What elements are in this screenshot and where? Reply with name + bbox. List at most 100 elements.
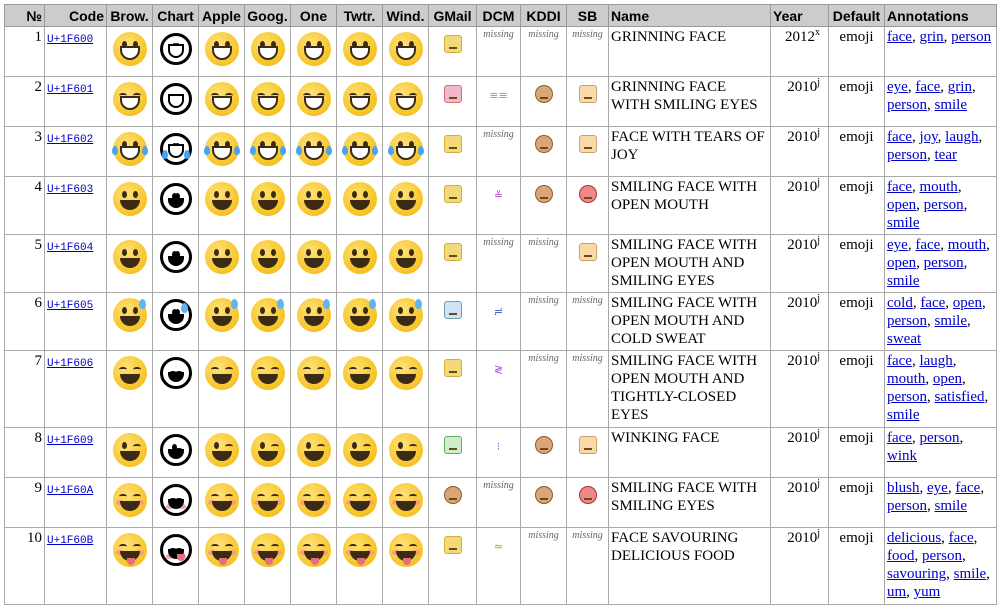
annotation-link[interactable]: face [915, 79, 940, 95]
year-value: 2010 [787, 79, 818, 95]
annotation-link[interactable]: face [887, 179, 912, 195]
annotation-link[interactable]: smile [887, 215, 920, 231]
annotation-link[interactable]: eye [887, 237, 908, 253]
col-header-chart[interactable]: Chart [152, 4, 199, 27]
annotation-link[interactable]: mouth [887, 371, 925, 387]
annotation-link[interactable]: person [919, 430, 959, 446]
annotation-link[interactable]: mouth [948, 237, 986, 253]
annotation-link[interactable]: face [887, 29, 912, 45]
annotation-link[interactable]: grin [919, 29, 943, 45]
emoji-cell-one [290, 292, 337, 351]
emoji-face-icon [112, 82, 147, 116]
code-link[interactable]: U+1F602 [47, 134, 93, 146]
code-link[interactable]: U+1F606 [47, 358, 93, 370]
annotation-link[interactable]: smile [887, 273, 920, 289]
annotation-link[interactable]: satisfied [935, 389, 985, 405]
annotation-link[interactable]: person [887, 389, 927, 405]
col-header-gmail[interactable]: GMail [428, 4, 477, 27]
annotation-link[interactable]: face [887, 430, 912, 446]
code-link[interactable]: U+1F603 [47, 184, 93, 196]
annotation-link[interactable]: face [887, 129, 912, 145]
emoji-face-icon [112, 32, 147, 66]
annotation-link[interactable]: delicious [887, 530, 941, 546]
default-cell: emoji [828, 234, 885, 293]
annotation-link[interactable]: smile [935, 97, 968, 113]
annotation-link[interactable]: food [887, 548, 915, 564]
col-header-kddi[interactable]: KDDI [520, 4, 567, 27]
missing-label: missing [572, 295, 603, 306]
annotation-link[interactable]: grin [948, 79, 972, 95]
col-header-dcm[interactable]: DCM [476, 4, 521, 27]
code-link[interactable]: U+1F604 [47, 242, 93, 254]
annotation-link[interactable]: face [949, 530, 974, 546]
code-link[interactable]: U+1F601 [47, 84, 93, 96]
table-row: 3 U+1F602 missing FACE WITH TEARS OF JOY 201… [4, 126, 997, 177]
annotations-cell: face, mouth, open, person, smile [884, 176, 997, 235]
annotation-link[interactable]: savouring [887, 566, 946, 582]
annotation-link[interactable]: person [924, 197, 964, 213]
emoji-face-icon [250, 433, 285, 467]
annotation-link[interactable]: eye [927, 480, 948, 496]
code-link[interactable]: U+1F60B [47, 535, 93, 547]
code-link[interactable]: U+1F600 [47, 34, 93, 46]
annotation-link[interactable]: wink [887, 448, 917, 464]
col-header-twitter[interactable]: Twtr. [336, 4, 383, 27]
annotation-link[interactable]: open [887, 197, 916, 213]
annotation-link[interactable]: joy [919, 129, 937, 145]
annotation-link[interactable]: open [887, 255, 916, 271]
annotation-link[interactable]: person [887, 147, 927, 163]
col-header-default[interactable]: Default [828, 4, 885, 27]
code-link[interactable]: U+1F609 [47, 435, 93, 447]
code-link[interactable]: U+1F605 [47, 300, 93, 312]
col-header-name[interactable]: Name [608, 4, 771, 27]
emoji-face-icon [295, 132, 332, 166]
row-number: 8 [4, 427, 45, 478]
annotation-link[interactable]: face [887, 353, 912, 369]
default-cell: emoji [828, 126, 885, 177]
emoji-face-icon [250, 240, 285, 274]
annotation-link[interactable]: laugh [945, 129, 978, 145]
annotation-link[interactable]: yum [914, 584, 941, 600]
col-header-number[interactable]: № [4, 4, 45, 27]
col-header-code[interactable]: Code [44, 4, 107, 27]
col-header-one[interactable]: One [290, 4, 337, 27]
annotation-link[interactable]: smile [887, 407, 920, 423]
annotation-link[interactable]: person [887, 498, 927, 514]
annotation-link[interactable]: open [933, 371, 962, 387]
annotation-link[interactable]: smile [954, 566, 987, 582]
col-header-annotations[interactable]: Annotations [884, 4, 997, 27]
annotation-link[interactable]: person [924, 255, 964, 271]
annotation-link[interactable]: laugh [919, 353, 952, 369]
emoji-cell-chart [152, 427, 199, 478]
annotation-link[interactable]: mouth [919, 179, 957, 195]
annotation-link[interactable]: blush [887, 480, 920, 496]
annotation-link[interactable]: open [953, 295, 982, 311]
annotation-link[interactable]: sweat [887, 331, 921, 347]
annotation-link[interactable]: tear [935, 147, 957, 163]
year-value: 2012 [785, 29, 815, 45]
col-header-year[interactable]: Year [770, 4, 829, 27]
annotation-link[interactable]: face [920, 295, 945, 311]
col-header-google[interactable]: Goog. [244, 4, 291, 27]
annotation-link[interactable]: cold [887, 295, 913, 311]
annotation-link[interactable]: person [922, 548, 962, 564]
annotation-link[interactable]: face [955, 480, 980, 496]
year-source-marker: j [817, 177, 820, 188]
code-link[interactable]: U+1F60A [47, 485, 93, 497]
col-header-browser[interactable]: Brow. [106, 4, 153, 27]
annotation-link[interactable]: person [887, 313, 927, 329]
annotation-link[interactable]: um [887, 584, 906, 600]
annotation-link[interactable]: face [915, 237, 940, 253]
name-cell: SMILING FACE WITH OPEN MOUTH AND TIGHTLY… [608, 350, 771, 428]
col-header-sb[interactable]: SB [566, 4, 609, 27]
annotation-link[interactable]: person [951, 29, 991, 45]
dcm-emoji-icon: ≓ [493, 305, 504, 318]
annotation-link[interactable]: smile [935, 313, 968, 329]
col-header-windows[interactable]: Wind. [382, 4, 429, 27]
annotation-link[interactable]: smile [935, 498, 968, 514]
annotation-link[interactable]: eye [887, 79, 908, 95]
emoji-cell-windows [382, 234, 429, 293]
col-header-apple[interactable]: Apple [198, 4, 245, 27]
annotation-link[interactable]: person [887, 97, 927, 113]
emoji-cell-sb: missing [566, 292, 609, 351]
